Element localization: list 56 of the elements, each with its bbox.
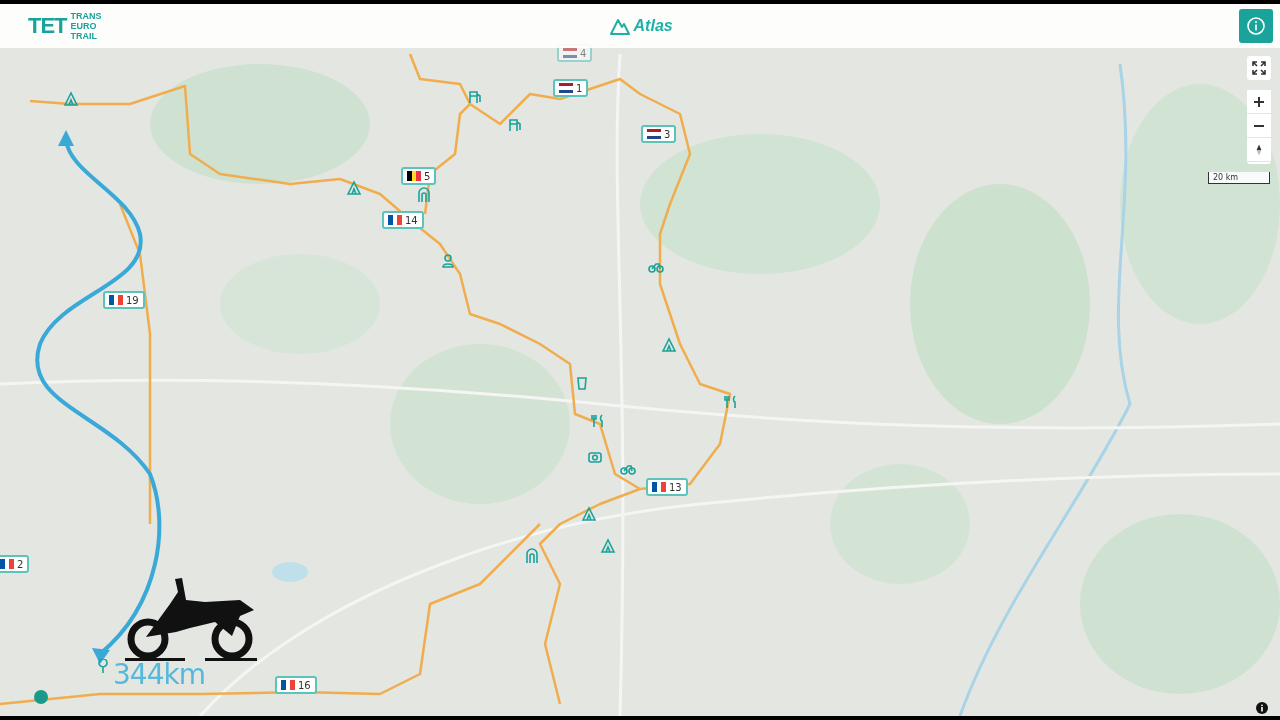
- fuel-pump-icon[interactable]: [507, 117, 523, 133]
- tent-icon[interactable]: [63, 91, 79, 107]
- person-icon[interactable]: [440, 253, 456, 269]
- tent-icon[interactable]: [581, 506, 597, 522]
- stage-marker[interactable]: 2: [0, 555, 30, 573]
- stage-marker[interactable]: 1: [553, 79, 589, 97]
- fork-knife-icon[interactable]: [723, 394, 739, 410]
- stage-number: 14: [405, 214, 418, 226]
- tent-icon[interactable]: [661, 337, 677, 353]
- attribution-info-icon[interactable]: [1256, 702, 1268, 714]
- tent-icon[interactable]: [600, 538, 616, 554]
- stage-number: 1: [576, 82, 583, 94]
- flag-icon: [0, 559, 14, 569]
- arch-icon[interactable]: [524, 548, 540, 564]
- camera-icon[interactable]: [587, 449, 603, 465]
- pin-icon[interactable]: [95, 659, 111, 675]
- stage-number: 3: [664, 128, 671, 140]
- logo-word: TET: [28, 13, 67, 39]
- stage-marker[interactable]: 16: [275, 676, 317, 694]
- flag-icon: [652, 482, 666, 492]
- flag-icon: [563, 48, 577, 58]
- tent-icon[interactable]: [346, 180, 362, 196]
- stage-number: 13: [669, 481, 682, 493]
- flag-icon: [388, 215, 402, 225]
- flag-icon: [281, 680, 295, 690]
- info-icon: [1246, 16, 1266, 36]
- stage-marker[interactable]: 5: [401, 167, 437, 185]
- plus-icon: [1253, 95, 1265, 108]
- fullscreen-button[interactable]: [1247, 56, 1271, 80]
- stage-number: 5: [424, 170, 431, 182]
- info-button[interactable]: [1239, 9, 1273, 43]
- scale-bar: 20 km: [1208, 172, 1270, 184]
- logo-text: EURO: [70, 21, 98, 31]
- stage-number: 2: [17, 558, 24, 570]
- stage-number: 19: [126, 294, 139, 306]
- stage-number: 4: [580, 47, 587, 59]
- fork-knife-icon[interactable]: [590, 413, 606, 429]
- stage-marker[interactable]: 3: [641, 125, 677, 143]
- flag-icon: [407, 171, 421, 181]
- distance-label: 344km: [113, 658, 205, 691]
- stage-marker[interactable]: 13: [646, 478, 688, 496]
- flag-icon: [109, 295, 123, 305]
- cup-icon[interactable]: [574, 375, 590, 391]
- motorcycle-icon: [125, 578, 257, 661]
- mountain-icon: [609, 17, 630, 35]
- flag-icon: [647, 129, 661, 139]
- stage-number: 16: [298, 679, 311, 691]
- fullscreen-icon: [1251, 60, 1267, 76]
- arch-icon[interactable]: [416, 187, 432, 203]
- flag-icon: [559, 83, 573, 93]
- stage-marker[interactable]: 14: [382, 211, 424, 229]
- fuel-pump-icon[interactable]: [467, 89, 483, 105]
- logo-text: TRANS: [70, 11, 102, 21]
- stage-marker[interactable]: 19: [103, 291, 145, 309]
- logo-text: TRAIL: [70, 31, 99, 41]
- zoom-in-button[interactable]: [1247, 90, 1271, 114]
